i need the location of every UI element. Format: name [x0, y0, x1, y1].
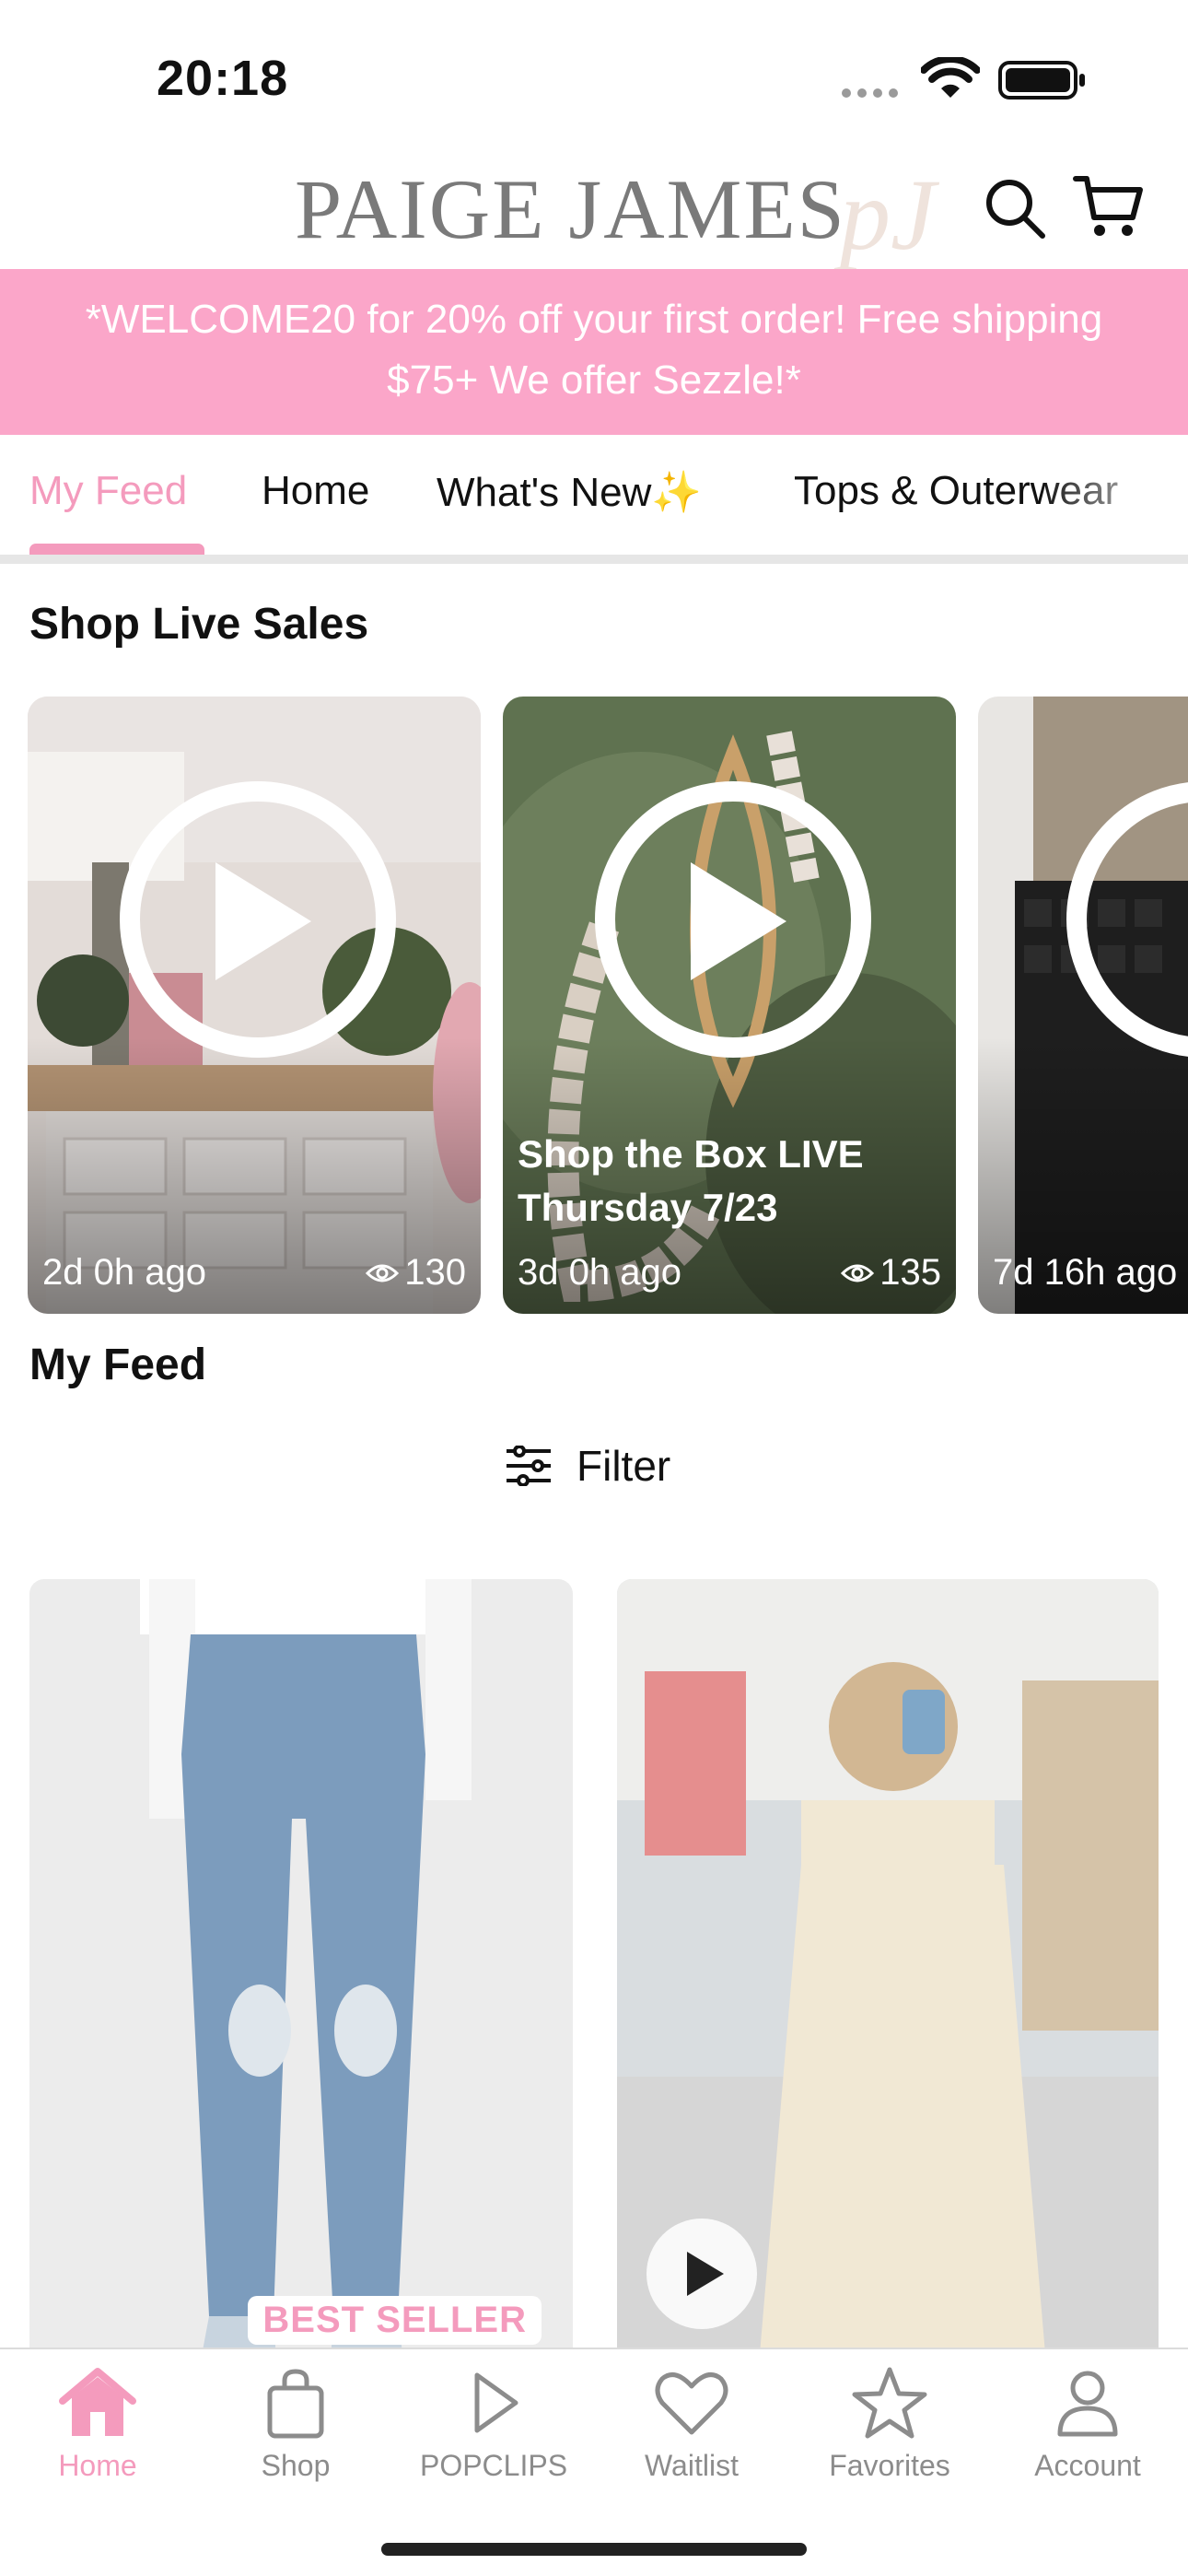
tabs-fade: [1041, 435, 1188, 555]
nav-popclips[interactable]: POPCLIPS: [402, 2366, 586, 2483]
nav-label: Favorites: [829, 2449, 950, 2482]
nav-label: Account: [1034, 2449, 1141, 2482]
tab-my-feed[interactable]: My Feed: [29, 468, 187, 514]
home-icon: [59, 2368, 136, 2436]
brand-logo[interactable]: PAIGE JAMES: [295, 160, 846, 258]
tab-home[interactable]: Home: [262, 468, 369, 514]
search-icon[interactable]: [982, 175, 1048, 241]
play-icon: [691, 862, 786, 980]
heart-icon: [655, 2372, 728, 2435]
nav-label: Waitlist: [645, 2449, 739, 2482]
live-sale-title: Shop the Box LIVE Thursday 7/23: [518, 1132, 864, 1229]
app-header: PAIGE JAMES pJ: [0, 147, 1188, 271]
star-icon: [852, 2367, 927, 2439]
live-sale-views: 130: [366, 1252, 466, 1294]
cart-icon[interactable]: [1072, 170, 1146, 243]
live-sale-card[interactable]: Shop the Box LIVE Thursday 7/23 3d 0h ag…: [503, 697, 956, 1314]
views-count: 135: [879, 1252, 941, 1293]
tab-whats-new[interactable]: What's New✨: [437, 468, 702, 516]
play-icon: [687, 2252, 724, 2296]
nav-waitlist[interactable]: Waitlist: [600, 2366, 784, 2483]
play-icon: [474, 2372, 518, 2433]
live-sale-views: 135: [841, 1252, 941, 1294]
live-sale-card[interactable]: 7d 16h ago: [978, 697, 1188, 1314]
person-icon: [1057, 2371, 1118, 2437]
filter-button[interactable]: Filter: [505, 1441, 670, 1491]
promo-banner[interactable]: *WELCOME20 for 20% off your first order!…: [0, 269, 1188, 435]
status-bar: 20:18: [0, 0, 1188, 147]
brand-mark: pJ: [840, 158, 936, 271]
nav-home[interactable]: Home: [6, 2366, 190, 2483]
promo-line-1: *WELCOME20 for 20% off your first order!…: [85, 297, 1103, 342]
tab-active-indicator: [29, 544, 204, 555]
nav-favorites[interactable]: Favorites: [798, 2366, 982, 2483]
battery-icon: [998, 61, 1085, 100]
signal-icon: [842, 88, 898, 98]
live-sale-ago: 7d 16h ago: [993, 1252, 1178, 1293]
bottom-nav: Home Shop POPCLIPS Waitlist Favorites Ac…: [0, 2348, 1188, 2576]
eye-icon: [366, 1264, 400, 1282]
nav-label: Shop: [261, 2449, 331, 2482]
nav-account[interactable]: Account: [996, 2366, 1180, 2483]
live-sales-title: Shop Live Sales: [29, 600, 369, 649]
eye-icon: [841, 1264, 875, 1282]
promo-line-2: $75+ We offer Sezzle!*: [387, 357, 801, 403]
home-indicator[interactable]: [381, 2543, 807, 2556]
live-sale-ago: 3d 0h ago: [518, 1252, 681, 1293]
live-sale-ago: 2d 0h ago: [42, 1252, 206, 1293]
nav-label: Home: [58, 2449, 137, 2482]
nav-label: POPCLIPS: [419, 2449, 568, 2482]
category-tabs: My Feed Home What's New✨ Tops & Outerwea…: [0, 435, 1188, 564]
play-icon: [215, 862, 311, 980]
filter-label: Filter: [577, 1442, 671, 1490]
feed-title: My Feed: [29, 1341, 207, 1389]
video-play-button[interactable]: [646, 2219, 757, 2329]
best-seller-badge: BEST SELLER: [248, 2296, 542, 2345]
status-time: 20:18: [157, 51, 289, 106]
live-sale-card[interactable]: 2d 0h ago 130: [28, 697, 481, 1314]
wifi-icon: [921, 57, 980, 98]
bag-icon: [267, 2369, 324, 2439]
views-count: 130: [404, 1252, 466, 1293]
nav-shop[interactable]: Shop: [204, 2366, 388, 2483]
filter-icon: [507, 1446, 551, 1486]
